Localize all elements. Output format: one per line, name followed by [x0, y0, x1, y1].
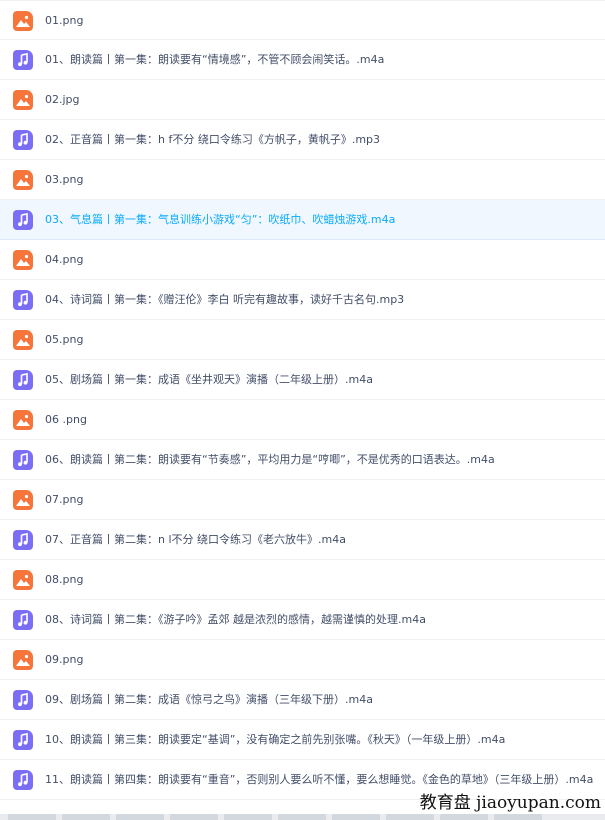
- file-row[interactable]: 06 .png: [0, 400, 605, 440]
- image-file-icon: [13, 90, 33, 110]
- file-row[interactable]: 01、朗读篇丨第一集：朗读要有“情境感”，不管不顾会闹笑话。.m4a: [0, 40, 605, 80]
- file-name[interactable]: 02、正音篇丨第一集：h f不分 绕口令练习《方帆子，黄帆子》.mp3: [45, 132, 380, 147]
- file-row[interactable]: 08.png: [0, 560, 605, 600]
- file-name[interactable]: 08.png: [45, 572, 83, 587]
- file-row[interactable]: 03、气息篇丨第一集：气息训练小游戏“匀”：吹纸巾、吹蜡烛游戏.m4a: [0, 200, 605, 240]
- file-row[interactable]: 01.png: [0, 0, 605, 40]
- image-file-icon: [13, 170, 33, 190]
- file-row[interactable]: 06、朗读篇丨第二集：朗读要有“节奏感”，平均用力是“哼唧”，不是优秀的口语表达…: [0, 440, 605, 480]
- file-name[interactable]: 11、朗读篇丨第四集：朗读要有“重音”，否则别人要么听不懂，要么想睡觉。《金色的…: [45, 772, 593, 787]
- file-name[interactable]: 06 .png: [45, 412, 87, 427]
- file-name[interactable]: 05、剧场篇丨第一集：成语《坐井观天》演播（二年级上册）.m4a: [45, 372, 373, 387]
- file-name[interactable]: 09.png: [45, 652, 83, 667]
- image-file-icon: [13, 490, 33, 510]
- file-name[interactable]: 03.png: [45, 172, 83, 187]
- file-name[interactable]: 01、朗读篇丨第一集：朗读要有“情境感”，不管不顾会闹笑话。.m4a: [45, 52, 384, 67]
- file-row[interactable]: 04、诗词篇丨第一集：《赠汪伦》李白 听完有趣故事，读好千古名句.mp3: [0, 280, 605, 320]
- audio-file-icon: [13, 770, 33, 790]
- file-name[interactable]: 04.png: [45, 252, 83, 267]
- audio-file-icon: [13, 610, 33, 630]
- image-file-icon: [13, 410, 33, 430]
- file-row[interactable]: 02、正音篇丨第一集：h f不分 绕口令练习《方帆子，黄帆子》.mp3: [0, 120, 605, 160]
- file-row[interactable]: 03.png: [0, 160, 605, 200]
- file-name[interactable]: 08、诗词篇丨第二集：《游子吟》孟郊 越是浓烈的感情，越需谨慎的处理.m4a: [45, 612, 426, 627]
- file-name[interactable]: 02.jpg: [45, 92, 80, 107]
- image-file-icon: [13, 570, 33, 590]
- bottom-scroll-strip: [0, 814, 605, 820]
- image-file-icon: [13, 650, 33, 670]
- file-name[interactable]: 10、朗读篇丨第三集：朗读要定“基调”，没有确定之前先别张嘴。《秋天》（一年级上…: [45, 732, 505, 747]
- file-row[interactable]: 05.png: [0, 320, 605, 360]
- audio-file-icon: [13, 290, 33, 310]
- file-name[interactable]: 07.png: [45, 492, 83, 507]
- file-name[interactable]: 07、正音篇丨第二集：n l不分 绕口令练习《老六放牛》.m4a: [45, 532, 346, 547]
- file-row[interactable]: 08、诗词篇丨第二集：《游子吟》孟郊 越是浓烈的感情，越需谨慎的处理.m4a: [0, 600, 605, 640]
- file-name[interactable]: 03、气息篇丨第一集：气息训练小游戏“匀”：吹纸巾、吹蜡烛游戏.m4a: [45, 212, 395, 227]
- audio-file-icon: [13, 530, 33, 550]
- file-row[interactable]: 05、剧场篇丨第一集：成语《坐井观天》演播（二年级上册）.m4a: [0, 360, 605, 400]
- image-file-icon: [13, 250, 33, 270]
- file-row[interactable]: 02.jpg: [0, 80, 605, 120]
- file-name[interactable]: 05.png: [45, 332, 83, 347]
- file-row[interactable]: 07、正音篇丨第二集：n l不分 绕口令练习《老六放牛》.m4a: [0, 520, 605, 560]
- file-list: 01.png 01、朗读篇丨第一集：朗读要有“情境感”，不管不顾会闹笑话。.m4a…: [0, 0, 605, 800]
- file-row[interactable]: 10、朗读篇丨第三集：朗读要定“基调”，没有确定之前先别张嘴。《秋天》（一年级上…: [0, 720, 605, 760]
- audio-file-icon: [13, 130, 33, 150]
- image-file-icon: [13, 11, 33, 31]
- file-row[interactable]: 09、剧场篇丨第二集：成语《惊弓之鸟》演播（三年级下册）.m4a: [0, 680, 605, 720]
- audio-file-icon: [13, 210, 33, 230]
- audio-file-icon: [13, 730, 33, 750]
- file-name[interactable]: 04、诗词篇丨第一集：《赠汪伦》李白 听完有趣故事，读好千古名句.mp3: [45, 292, 404, 307]
- file-name[interactable]: 06、朗读篇丨第二集：朗读要有“节奏感”，平均用力是“哼唧”，不是优秀的口语表达…: [45, 452, 495, 467]
- audio-file-icon: [13, 690, 33, 710]
- file-row[interactable]: 09.png: [0, 640, 605, 680]
- audio-file-icon: [13, 370, 33, 390]
- file-name[interactable]: 09、剧场篇丨第二集：成语《惊弓之鸟》演播（三年级下册）.m4a: [45, 692, 373, 707]
- audio-file-icon: [13, 450, 33, 470]
- file-row[interactable]: 07.png: [0, 480, 605, 520]
- audio-file-icon: [13, 50, 33, 70]
- image-file-icon: [13, 330, 33, 350]
- file-name[interactable]: 01.png: [45, 13, 83, 28]
- file-row[interactable]: 04.png: [0, 240, 605, 280]
- watermark: 教育盘 jiaoyupan.com: [419, 793, 601, 813]
